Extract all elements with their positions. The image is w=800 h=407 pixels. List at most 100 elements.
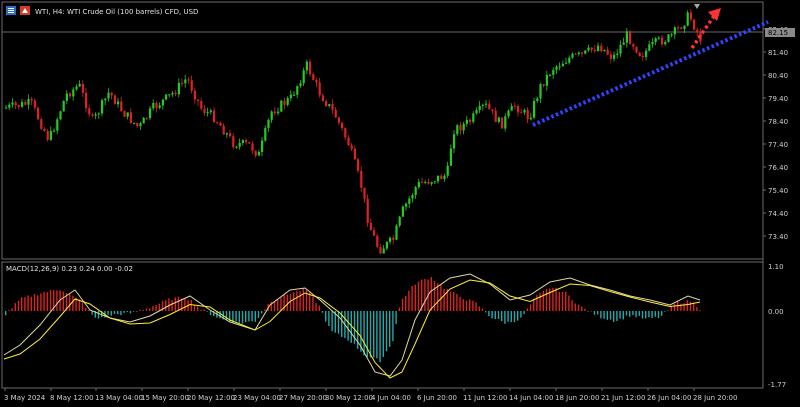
candle-body: [107, 92, 110, 99]
candle-body: [414, 187, 417, 195]
macd-histogram-bar: [78, 299, 80, 311]
candle-body: [347, 137, 350, 146]
candle-body: [305, 61, 308, 71]
candle-body: [574, 53, 577, 55]
candle-body: [693, 19, 696, 30]
candle-body: [353, 148, 356, 160]
candle-body: [149, 108, 152, 119]
candle-body: [465, 119, 468, 124]
candle-body: [638, 52, 641, 56]
candle-body: [494, 110, 497, 122]
chart-canvas[interactable]: WTI, H4: WTI Crude Oil (100 barrels) CFD…: [0, 0, 800, 407]
candle-body: [337, 117, 340, 123]
macd-histogram-bar: [245, 311, 247, 323]
macd-histogram-bar: [385, 311, 388, 352]
macd-histogram-bar: [478, 306, 480, 311]
macd-histogram-bar: [24, 297, 26, 311]
macd-histogram-bar: [17, 300, 20, 311]
macd-histogram-bar: [286, 294, 288, 311]
candle-body: [382, 248, 385, 254]
candle-body: [126, 112, 129, 117]
macd-histogram-bar: [261, 311, 263, 314]
candle-body: [507, 110, 510, 117]
candle-body: [449, 148, 452, 166]
macd-histogram-bar: [661, 311, 663, 316]
macd-histogram-bar: [526, 308, 528, 311]
macd-histogram-bar: [654, 311, 656, 317]
macd-histogram-bar: [469, 299, 471, 311]
candle-body: [680, 27, 683, 29]
candle-body: [488, 103, 491, 110]
macd-histogram-bar: [21, 297, 23, 311]
candle-body: [542, 84, 545, 86]
candle-body: [491, 109, 494, 111]
chart-window[interactable]: WTI, H4: WTI Crude Oil (100 barrels) CFD…: [0, 0, 800, 407]
candle-body: [645, 50, 648, 57]
macd-histogram-bar: [209, 311, 212, 316]
candle-body: [302, 70, 305, 84]
price-panel-frame: [1, 1, 764, 260]
support-trendline[interactable]: [532, 20, 769, 127]
macd-histogram-bar: [622, 311, 624, 320]
macd-histogram-bar: [136, 311, 138, 312]
macd-histogram-bar: [289, 294, 292, 311]
candle-body: [561, 63, 564, 67]
macd-histogram-bar: [277, 299, 279, 311]
chart-menu-icon[interactable]: [6, 6, 16, 15]
candle-body: [264, 128, 267, 141]
time-label: 20 May 12:00: [187, 394, 235, 402]
candle-body: [481, 104, 484, 106]
time-label: 18 Jun 20:00: [555, 394, 599, 402]
candle-body: [341, 122, 344, 129]
macd-histogram-bar: [539, 292, 541, 311]
time-label: 11 Jun 12:00: [463, 394, 507, 402]
candle-body: [165, 94, 168, 100]
macd-histogram-bar: [27, 295, 29, 311]
candle-body: [85, 92, 88, 109]
macd-histogram-bar: [581, 306, 583, 311]
macd-histogram-bar: [62, 291, 64, 311]
macd-histogram-bar: [485, 311, 487, 313]
candle-body: [187, 79, 190, 81]
candle-body: [686, 12, 689, 26]
macd-histogram-bar: [619, 311, 621, 319]
candle-body: [552, 69, 555, 75]
macd-histogram-bar: [184, 298, 186, 311]
macd-histogram-bar: [197, 306, 199, 311]
candle-body: [405, 203, 408, 207]
macd-histogram-bar: [369, 311, 372, 358]
macd-histogram-bar: [504, 311, 506, 324]
macd-histogram-bar: [145, 308, 148, 311]
price-tick-label: 78.40: [768, 118, 788, 126]
candle-body: [27, 99, 30, 105]
event-marker-icon: [694, 4, 700, 9]
candle-body: [565, 62, 568, 64]
time-label: 14 Jun 04:00: [509, 394, 553, 402]
macd-histogram-bar: [280, 297, 282, 311]
candle-body: [65, 93, 68, 101]
macd-histogram-bar: [56, 290, 58, 311]
candle-body: [619, 44, 622, 54]
candle-body: [117, 101, 120, 105]
candle-body: [395, 225, 398, 240]
candle-body: [459, 125, 462, 131]
macd-histogram-bar: [632, 311, 634, 316]
macd-histogram-bar: [520, 311, 522, 318]
candle-body: [206, 112, 209, 114]
candle-body: [21, 102, 24, 107]
macd-histogram-bar: [443, 288, 445, 311]
candle-body: [411, 194, 414, 199]
macd-histogram-bar: [43, 292, 45, 311]
forecast-arrow[interactable]: [690, 8, 721, 49]
candle-body: [280, 100, 283, 112]
candle-body: [616, 53, 619, 55]
candle-body: [603, 49, 606, 52]
candle-body: [257, 152, 260, 156]
candle-body: [229, 133, 232, 137]
candle-body: [657, 37, 660, 39]
candle-body: [161, 99, 164, 106]
macd-histogram-bar: [142, 309, 144, 311]
time-label: 8 May 12:00: [50, 394, 94, 402]
macd-histogram-bar: [5, 311, 7, 316]
time-label: 21 Jun 12:00: [601, 394, 645, 402]
